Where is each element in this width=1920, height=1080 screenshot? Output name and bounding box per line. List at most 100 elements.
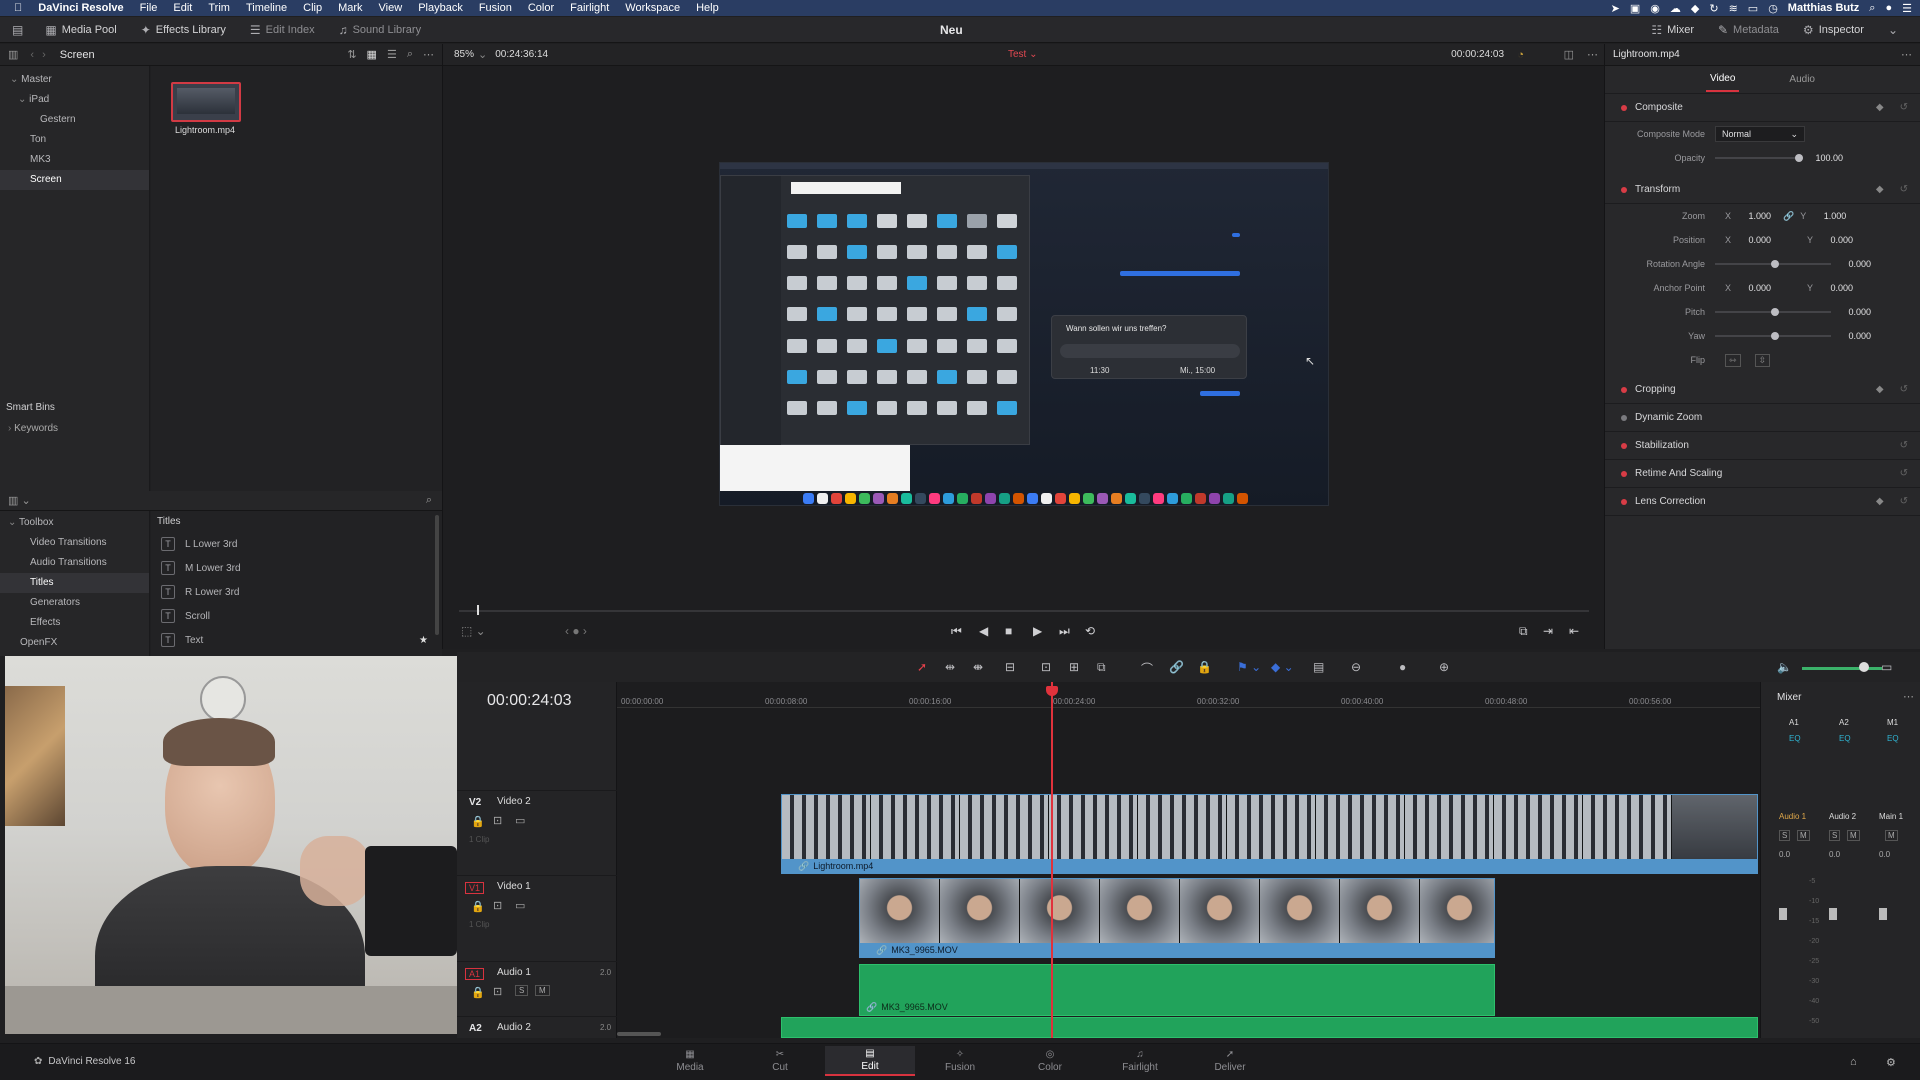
mixer-eq-a2[interactable]: EQ xyxy=(1839,734,1851,743)
clip-a1-mk3[interactable]: 🔗 MK3_9965.MOV xyxy=(859,964,1495,1016)
track-a1-id[interactable]: A1 xyxy=(465,968,485,980)
timeline-ruler[interactable]: 00:00:00:00 00:00:08:00 00:00:16:00 00:0… xyxy=(617,682,1760,708)
volume-icon[interactable]: 🔈 xyxy=(1777,660,1792,674)
overwrite-clip-icon[interactable]: ⊞ xyxy=(1069,660,1079,674)
mark-out-icon[interactable]: ⇤ xyxy=(1569,624,1579,638)
wifi-icon[interactable]: ≋ xyxy=(1729,2,1738,15)
lens-reset-icon[interactable]: ↺ xyxy=(1900,496,1908,507)
page-edit[interactable]: ▤ Edit xyxy=(825,1046,915,1076)
selection-tool-icon[interactable]: ➚ xyxy=(917,660,927,674)
track-a1-mute-button[interactable]: M xyxy=(535,985,550,996)
menu-file[interactable]: File xyxy=(132,2,166,14)
track-v2-visibility-icon[interactable]: ▭ xyxy=(515,814,525,827)
sort-icon[interactable]: ⇅ xyxy=(347,48,356,61)
track-v1-visibility-icon[interactable]: ▭ xyxy=(515,899,525,912)
viewer-options-icon[interactable]: ⋯ xyxy=(1587,48,1598,61)
tab-video[interactable]: Video xyxy=(1706,67,1740,92)
position-x-value[interactable]: 0.000 xyxy=(1731,235,1771,245)
blade-tool-icon[interactable]: ⊟ xyxy=(1005,660,1015,674)
loop-icon[interactable]: ⟲ xyxy=(1085,624,1095,638)
sound-library-button[interactable]: ♫ Sound Library xyxy=(327,23,434,37)
menu-mark[interactable]: Mark xyxy=(330,2,370,14)
trim-tool-icon[interactable]: ⇹ xyxy=(945,660,955,674)
transform-keyframe-icon[interactable]: ◆ xyxy=(1876,184,1884,195)
pitch-slider[interactable] xyxy=(1715,308,1831,316)
yaw-value[interactable]: 0.000 xyxy=(1831,331,1871,341)
scrubber-playhead[interactable] xyxy=(477,605,479,615)
back-icon[interactable]: ‹ xyxy=(30,49,34,61)
title-l-lower-3rd[interactable]: TL Lower 3rd xyxy=(151,532,442,556)
dynamic-trim-icon[interactable]: ⇼ xyxy=(973,660,983,674)
track-a2-name[interactable]: Audio 2 xyxy=(497,1022,531,1033)
bin-ipad[interactable]: ⌄ iPad xyxy=(0,90,149,110)
position-lock-icon[interactable]: 🔒 xyxy=(1197,660,1212,674)
page-fusion[interactable]: ✧ Fusion xyxy=(915,1046,1005,1076)
toolbox-titles[interactable]: Titles xyxy=(0,573,149,593)
track-v1-autotrack-icon[interactable]: ⊡ xyxy=(493,899,502,912)
track-a1-autotrack-icon[interactable]: ⊡ xyxy=(493,985,502,998)
edit-index-button[interactable]: ☰ Edit Index xyxy=(238,23,327,37)
spotlight-icon[interactable]: ⌕ xyxy=(1869,2,1875,15)
titles-scrollbar[interactable] xyxy=(435,515,439,635)
panel-toggle-icon[interactable]: ▤ xyxy=(0,23,33,37)
menu-view[interactable]: View xyxy=(371,2,411,14)
yaw-slider[interactable] xyxy=(1715,332,1831,340)
menu-fairlight[interactable]: Fairlight xyxy=(562,2,617,14)
track-v1-id[interactable]: V1 xyxy=(465,882,485,894)
position-y-value[interactable]: 0.000 xyxy=(1813,235,1854,245)
zoom-y-value[interactable]: 1.000 xyxy=(1806,211,1847,221)
pitch-value[interactable]: 0.000 xyxy=(1831,307,1871,317)
forward-icon[interactable]: › xyxy=(42,49,46,61)
stabilization-reset-icon[interactable]: ↺ xyxy=(1900,440,1908,451)
anchor-x-value[interactable]: 0.000 xyxy=(1731,283,1771,293)
bin-screen[interactable]: Screen xyxy=(0,170,149,190)
fader-a2[interactable] xyxy=(1829,908,1837,920)
menu-app-name[interactable]: DaVinci Resolve xyxy=(30,2,131,14)
track-v2-name[interactable]: Video 2 xyxy=(497,796,531,807)
mixer-solo-a2[interactable]: S xyxy=(1829,830,1841,841)
replace-clip-icon[interactable]: ⧉ xyxy=(1097,660,1106,675)
viewer-crop-icon[interactable]: ⬚ ⌄ xyxy=(461,624,486,638)
link-icon[interactable]: 🔗 xyxy=(1783,211,1794,222)
composite-mode-select[interactable]: Normal ⌄ xyxy=(1715,126,1805,142)
home-icon[interactable]: ⌂ xyxy=(1850,1056,1857,1068)
more-options-icon[interactable]: ⋯ xyxy=(423,48,434,61)
list-view-icon[interactable]: ☰ xyxy=(387,48,397,61)
notification-center-icon[interactable]: ☰ xyxy=(1902,2,1912,15)
clip-v1-mk3[interactable]: 🔗 MK3_9965.MOV xyxy=(859,878,1495,958)
section-transform[interactable]: Transform ◆ ↺ xyxy=(1605,176,1920,204)
opacity-slider[interactable] xyxy=(1715,154,1803,162)
stop-icon[interactable]: ■ xyxy=(1005,624,1012,638)
zoom-out-icon[interactable]: ⊖ xyxy=(1351,660,1361,674)
page-cut[interactable]: ✂ Cut xyxy=(735,1046,825,1076)
screen-icon[interactable]: ▣ xyxy=(1630,2,1640,15)
timeline-name[interactable]: Test ⌄ xyxy=(1008,49,1038,60)
opacity-value[interactable]: 100.00 xyxy=(1803,153,1843,163)
section-dynamic-zoom[interactable]: Dynamic Zoom xyxy=(1605,404,1920,432)
title-scroll[interactable]: T Scroll xyxy=(151,604,442,628)
menu-fusion[interactable]: Fusion xyxy=(471,2,520,14)
audio-meter-icon[interactable]: ▭ xyxy=(1881,660,1892,674)
clip-thumbnail[interactable] xyxy=(171,82,241,122)
zoom-x-value[interactable]: 1.000 xyxy=(1731,211,1771,221)
timeline-scrollbar[interactable] xyxy=(617,1032,661,1036)
rotation-slider[interactable] xyxy=(1715,260,1831,268)
match-frame-icon[interactable]: ⧉ xyxy=(1519,624,1528,639)
menu-color[interactable]: Color xyxy=(520,2,562,14)
mixer-solo-a1[interactable]: S xyxy=(1779,830,1791,841)
effects-panel-toggle-icon[interactable]: ▥ ⌄ xyxy=(8,494,31,507)
page-media[interactable]: ▦ Media xyxy=(645,1046,735,1076)
jog-left-icon[interactable]: ‹ ● › xyxy=(565,624,587,638)
mixer-eq-m1[interactable]: EQ xyxy=(1887,734,1899,743)
thumbnail-view-icon[interactable]: ▦ xyxy=(367,48,377,61)
title-m-lower-3rd[interactable]: TM Lower 3rd xyxy=(151,556,442,580)
insert-clip-icon[interactable]: ⊡ xyxy=(1041,660,1051,674)
anchor-y-value[interactable]: 0.000 xyxy=(1813,283,1854,293)
playhead-sync-icon[interactable]: ◔ xyxy=(1517,49,1524,61)
apple-icon[interactable]:  xyxy=(0,2,30,14)
menu-edit[interactable]: Edit xyxy=(165,2,200,14)
inspector-button[interactable]: ⚙ Inspector xyxy=(1791,23,1876,37)
toolbox-openfx[interactable]: OpenFX xyxy=(0,633,149,653)
composite-reset-icon[interactable]: ↺ xyxy=(1900,102,1908,113)
sidebar-toggle-icon[interactable]: ▥ xyxy=(8,48,18,61)
